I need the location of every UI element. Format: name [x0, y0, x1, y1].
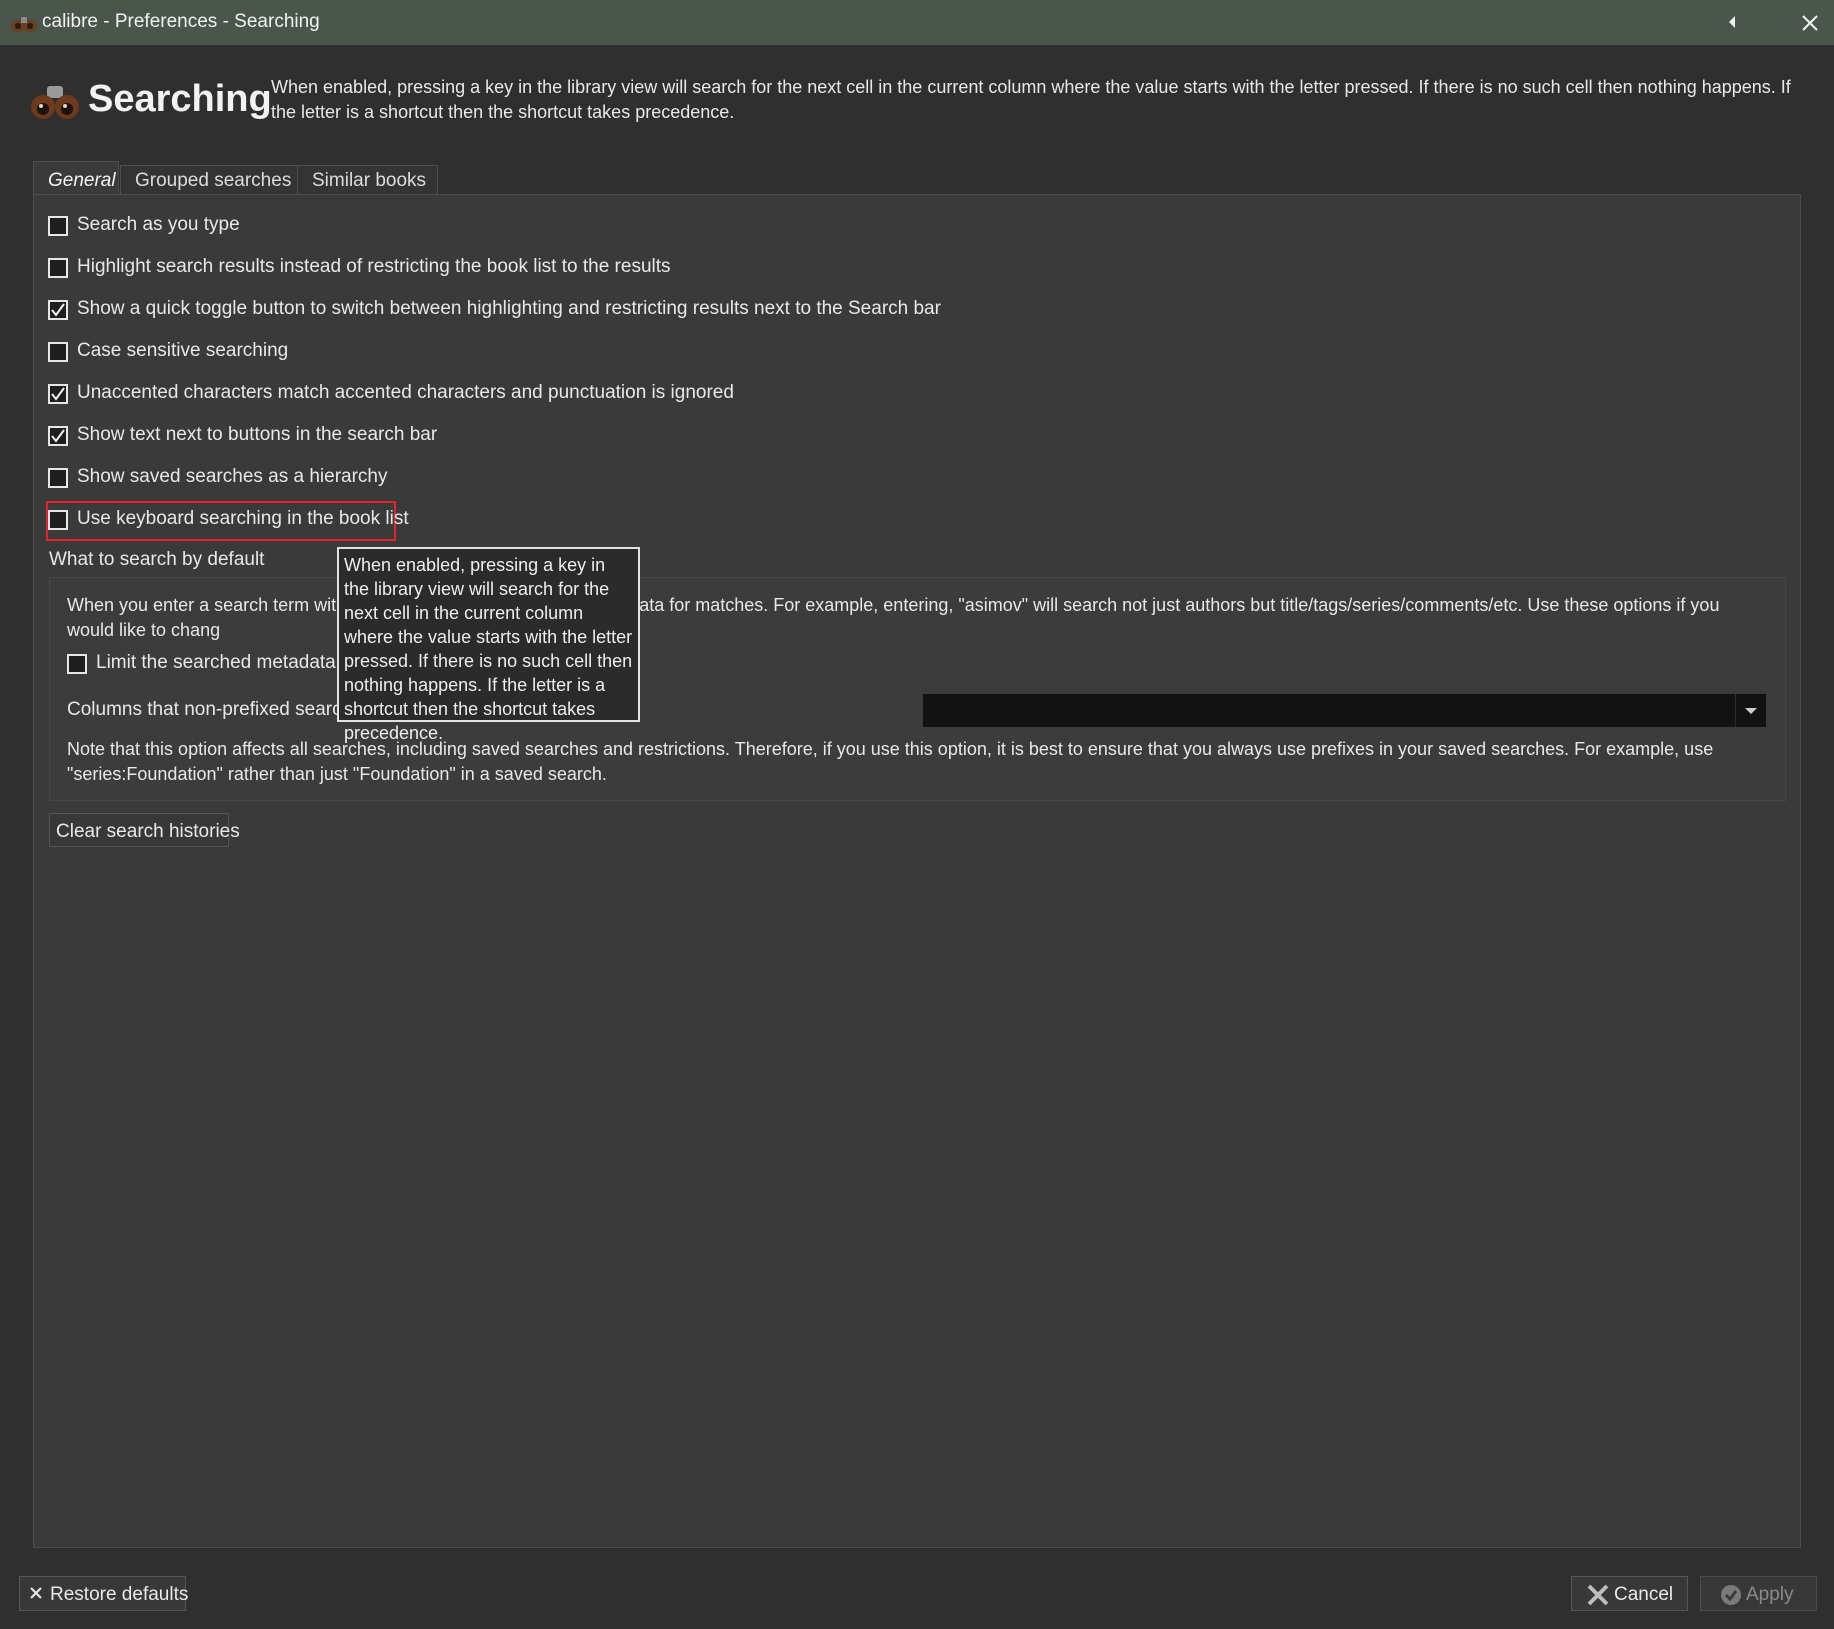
title-bar: calibre - Preferences - Searching [0, 0, 1834, 45]
checkmark-circle-icon [1721, 1585, 1741, 1605]
window-title: calibre - Preferences - Searching [42, 11, 320, 32]
tooltip: When enabled, pressing a key in the libr… [337, 547, 640, 743]
restore-icon [30, 1587, 42, 1599]
tab-grouped-searches[interactable]: Grouped searches [120, 165, 326, 195]
chevron-down-icon [1745, 708, 1757, 714]
checkbox[interactable] [48, 342, 68, 362]
checkbox[interactable] [48, 258, 68, 278]
tab-general[interactable]: General [33, 161, 119, 196]
option-label: Show saved searches as a hierarchy [77, 466, 388, 487]
checkbox-checked[interactable] [48, 300, 68, 320]
checkbox[interactable] [48, 510, 68, 530]
checkbox[interactable] [48, 216, 68, 236]
default-search-description: When you enter a search term wit rch all… [67, 595, 1725, 640]
page-description: When enabled, pressing a key in the libr… [271, 77, 1791, 122]
prefix-note: Note that this option affects all search… [67, 739, 1714, 784]
cancel-button[interactable]: Cancel [1571, 1576, 1688, 1611]
checkbox[interactable] [48, 468, 68, 488]
close-icon[interactable] [1796, 9, 1824, 37]
clear-search-histories-button[interactable]: Clear search histories [49, 813, 240, 847]
checkmark-icon [51, 387, 65, 401]
cancel-label: Cancel [1614, 1584, 1674, 1605]
restore-defaults-button[interactable]: Restore defaults [19, 1576, 189, 1611]
option-label: Use keyboard searching in the book list [77, 508, 409, 529]
combobox-dropdown[interactable] [1735, 694, 1766, 727]
option-label: Highlight search results instead of rest… [77, 256, 671, 277]
option-label: Unaccented characters match accented cha… [77, 382, 734, 403]
restore-defaults-label: Restore defaults [50, 1584, 189, 1605]
checkbox[interactable] [67, 654, 87, 674]
checkbox-checked[interactable] [48, 384, 68, 404]
apply-label: Apply [1746, 1584, 1794, 1605]
option-label: Search as you type [77, 214, 240, 235]
columns-combobox[interactable] [922, 693, 1767, 728]
checkmark-icon [51, 303, 65, 317]
checkmark-icon [51, 429, 65, 443]
option-label: Limit the searched metadata [96, 652, 336, 673]
tab-similar-books[interactable]: Similar books [297, 165, 438, 195]
back-arrow-icon[interactable] [1720, 10, 1744, 34]
option-label: Show text next to buttons in the search … [77, 424, 438, 445]
cancel-x-icon [1587, 1584, 1609, 1606]
binoculars-icon [31, 86, 79, 119]
calibre-app-icon [11, 17, 37, 32]
option-label: Case sensitive searching [77, 340, 289, 361]
checkbox-checked[interactable] [48, 426, 68, 446]
default-search-group-title: What to search by default [49, 549, 265, 570]
apply-button[interactable]: Apply [1700, 1576, 1817, 1611]
option-label: Show a quick toggle button to switch bet… [77, 298, 941, 319]
page-title: Searching [88, 78, 272, 120]
columns-label: Columns that non-prefixed search [67, 699, 353, 720]
